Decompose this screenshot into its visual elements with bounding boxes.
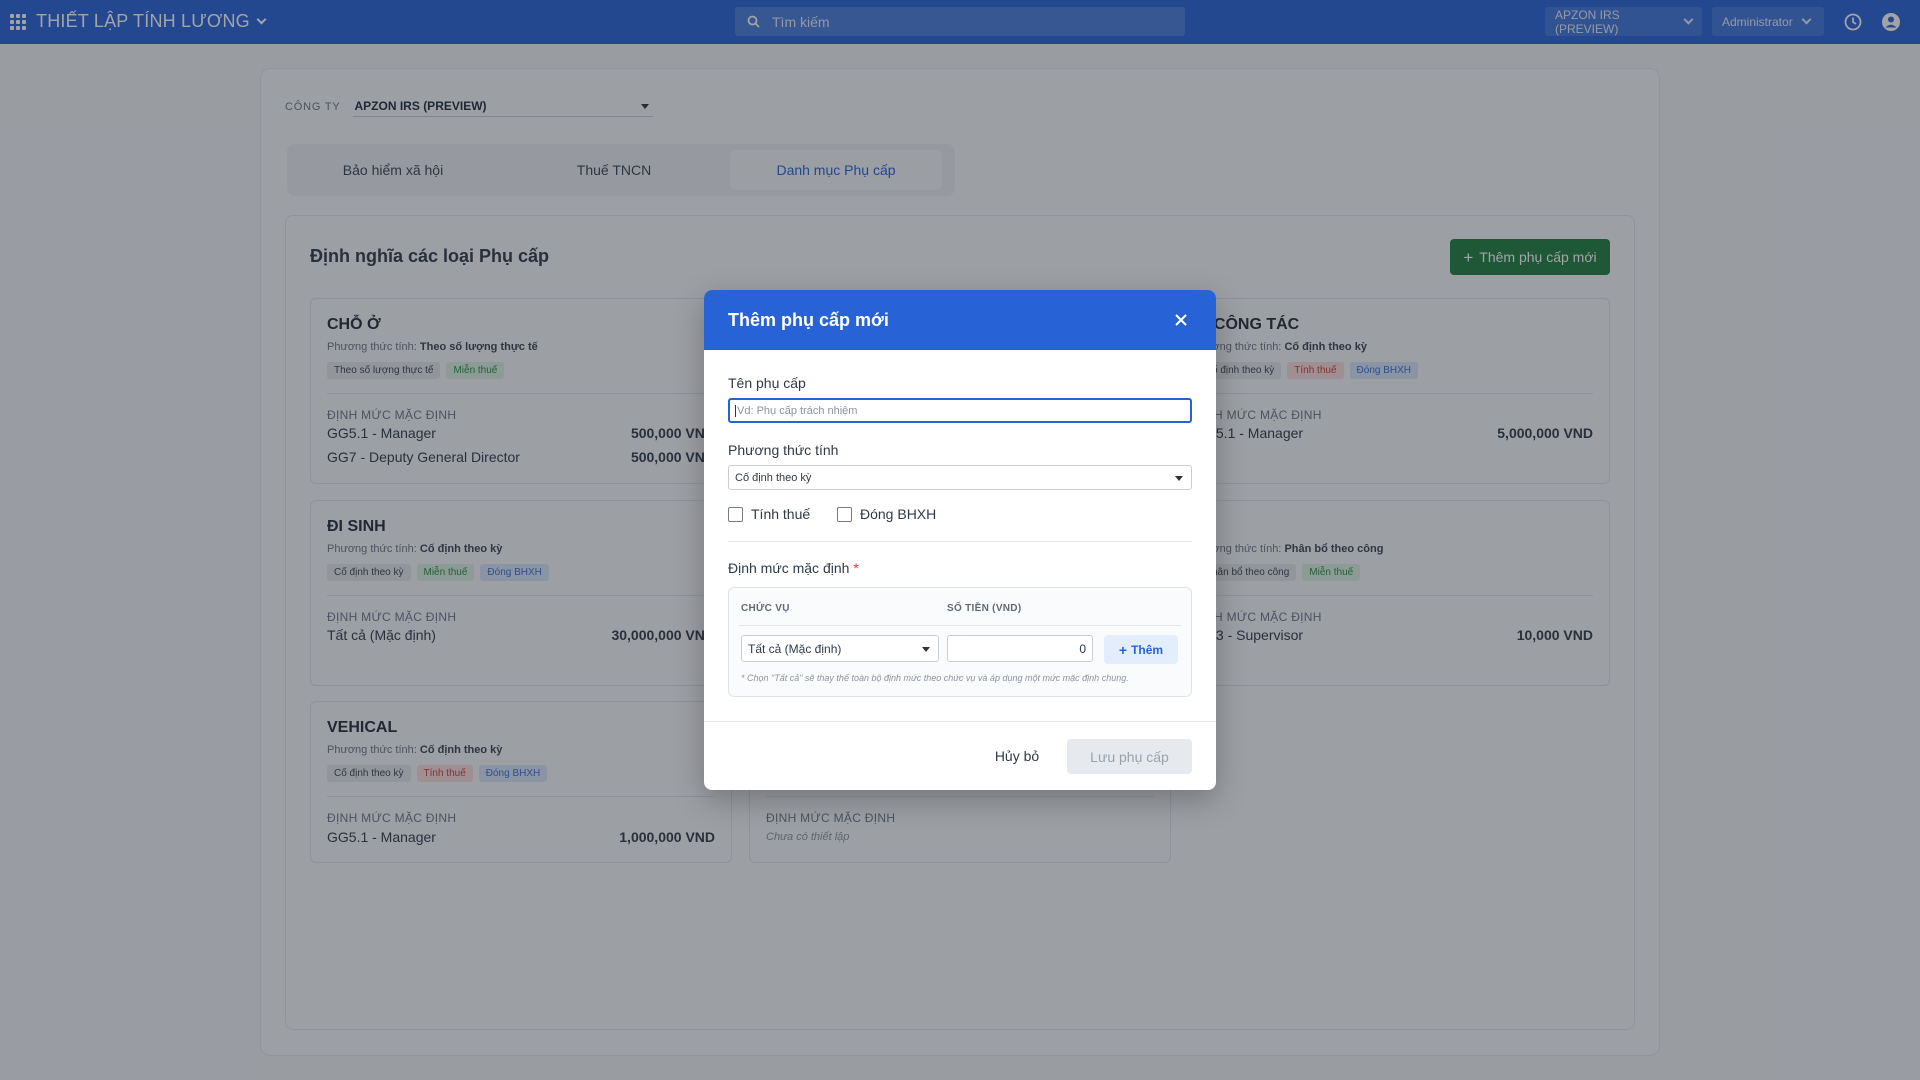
caret-down-icon — [1175, 476, 1183, 481]
add-rate-row-button[interactable]: + Thêm — [1104, 635, 1178, 664]
column-header-position: CHỨC VỤ — [741, 603, 790, 614]
close-icon[interactable] — [1173, 312, 1189, 328]
modal-header: Thêm phụ cấp mới — [704, 290, 1216, 350]
modal-title: Thêm phụ cấp mới — [728, 310, 889, 330]
social-insurance-checkbox-label: Đóng BHXH — [860, 506, 937, 522]
save-allowance-button[interactable]: Lưu phụ cấp — [1067, 739, 1192, 774]
allowance-name-label: Tên phụ cấp — [728, 375, 806, 391]
add-allowance-modal: Thêm phụ cấp mới Tên phụ cấp Vd: Phụ cấp… — [704, 290, 1216, 790]
caret-down-icon — [922, 647, 930, 652]
cancel-button[interactable]: Hủy bỏ — [982, 739, 1052, 773]
calculation-method-value: Cố định theo kỳ — [735, 471, 812, 484]
default-rate-label: Định mức mặc định * — [728, 560, 859, 576]
calculation-method-label: Phương thức tính — [728, 442, 839, 458]
checkbox-box[interactable] — [837, 506, 852, 522]
column-header-amount: SỐ TIỀN (VND) — [947, 603, 1022, 614]
required-mark: * — [853, 560, 859, 576]
helper-note: * Chọn "Tất cả" sẽ thay thế toàn bộ định… — [741, 673, 1129, 683]
divider — [728, 541, 1192, 542]
checkbox-box[interactable] — [728, 506, 743, 522]
position-select-value: Tất cả (Mặc định) — [748, 641, 842, 656]
social-insurance-checkbox[interactable]: Đóng BHXH — [837, 506, 936, 522]
divider — [739, 625, 1181, 626]
text-cursor — [735, 404, 736, 417]
modal-footer-divider — [704, 721, 1216, 722]
taxable-checkbox[interactable]: Tính thuế — [728, 506, 810, 522]
add-rate-row-label: Thêm — [1131, 642, 1164, 657]
amount-input[interactable]: 0 — [947, 635, 1093, 662]
default-rate-table: CHỨC VỤ SỐ TIỀN (VND) Tất cả (Mặc định) … — [728, 587, 1192, 697]
taxable-checkbox-label: Tính thuế — [751, 506, 811, 522]
calculation-method-select[interactable]: Cố định theo kỳ — [728, 465, 1192, 490]
allowance-name-input[interactable]: Vd: Phụ cấp trách nhiệm — [728, 398, 1192, 423]
allowance-name-placeholder: Vd: Phụ cấp trách nhiệm — [737, 404, 858, 417]
plus-icon: + — [1118, 641, 1128, 658]
position-select[interactable]: Tất cả (Mặc định) — [741, 635, 939, 662]
